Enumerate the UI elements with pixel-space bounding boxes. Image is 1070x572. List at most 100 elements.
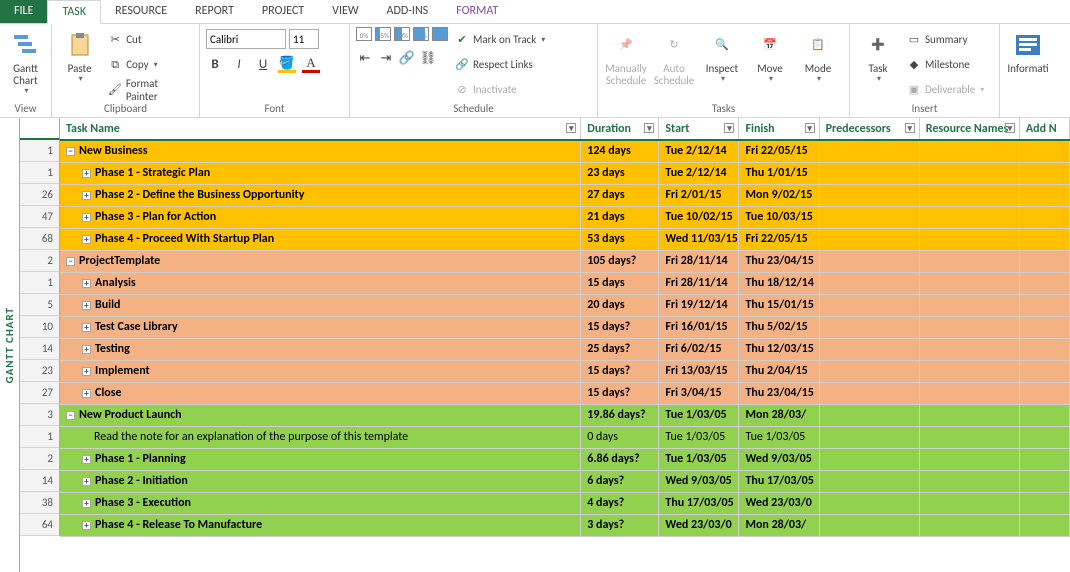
row-number[interactable]: 23 [20, 360, 60, 382]
table-row[interactable]: +Analysis15 daysFri 28/11/14Thu 18/12/14 [60, 272, 1070, 294]
col-add[interactable]: Add N [1019, 118, 1069, 140]
cell-finish[interactable]: Thu 17/03/05 [739, 470, 819, 492]
cell-duration[interactable]: 23 days [581, 162, 659, 184]
cell-predecessors[interactable] [819, 250, 919, 272]
collapse-icon[interactable]: + [82, 455, 91, 464]
gantt-chart-button[interactable]: Gantt Chart▾ [6, 27, 45, 102]
tab-report[interactable]: REPORT [181, 0, 248, 23]
dropdown-icon[interactable]: ▾ [644, 123, 654, 133]
collapse-icon[interactable]: − [66, 411, 75, 420]
cell-start[interactable]: Tue 10/02/15 [659, 206, 739, 228]
row-number[interactable]: 10 [20, 316, 60, 338]
cell-duration[interactable]: 15 days? [581, 360, 659, 382]
cell-duration[interactable]: 105 days? [581, 250, 659, 272]
cell-predecessors[interactable] [819, 294, 919, 316]
cell-start[interactable]: Fri 6/02/15 [659, 338, 739, 360]
row-number[interactable]: 38 [20, 492, 60, 514]
row-number[interactable]: 26 [20, 184, 60, 206]
cell-resources[interactable] [919, 404, 1019, 426]
dropdown-icon[interactable]: ▾ [1005, 123, 1015, 133]
cell-add[interactable] [1019, 426, 1069, 448]
copy-button[interactable]: ⧉Copy▾ [105, 54, 193, 76]
collapse-icon[interactable]: − [66, 147, 75, 156]
dropdown-icon[interactable]: ▾ [905, 123, 915, 133]
cell-add[interactable] [1019, 448, 1069, 470]
cell-finish[interactable]: Wed 9/03/05 [739, 448, 819, 470]
cell-predecessors[interactable] [819, 206, 919, 228]
inactivate-button[interactable]: ⊘Inactivate [452, 79, 547, 101]
table-row[interactable]: +Testing25 days?Fri 6/02/15Thu 12/03/15 [60, 338, 1070, 360]
cell-taskname[interactable]: +Implement [60, 360, 581, 382]
cell-resources[interactable] [919, 140, 1019, 162]
tab-addins[interactable]: ADD-INS [373, 0, 443, 23]
tab-format[interactable]: FORMAT [442, 0, 512, 23]
cell-add[interactable] [1019, 382, 1069, 404]
table-row[interactable]: +Build20 daysFri 19/12/14Thu 15/01/15 [60, 294, 1070, 316]
cell-taskname[interactable]: +Testing [60, 338, 581, 360]
cell-finish[interactable]: Fri 22/05/15 [739, 228, 819, 250]
collapse-icon[interactable]: + [82, 477, 91, 486]
cell-taskname[interactable]: +Test Case Library [60, 316, 581, 338]
table-row[interactable]: +Phase 4 - Release To Manufacture3 days?… [60, 514, 1070, 536]
collapse-icon[interactable]: + [82, 279, 91, 288]
cell-taskname[interactable]: +Phase 4 - Proceed With Startup Plan [60, 228, 581, 250]
cell-taskname[interactable]: +Phase 1 - Planning [60, 448, 581, 470]
cell-taskname[interactable]: −New Business [60, 140, 581, 162]
col-finish[interactable]: Finish▾ [739, 118, 819, 140]
cell-finish[interactable]: Thu 23/04/15 [739, 250, 819, 272]
table-row[interactable]: +Phase 1 - Strategic Plan23 daysTue 2/12… [60, 162, 1070, 184]
cell-resources[interactable] [919, 162, 1019, 184]
row-number[interactable]: 1 [20, 140, 60, 162]
milestone-button[interactable]: ◆Milestone [904, 54, 986, 76]
cell-predecessors[interactable] [819, 316, 919, 338]
cell-predecessors[interactable] [819, 228, 919, 250]
col-resources[interactable]: Resource Names▾ [919, 118, 1019, 140]
cell-predecessors[interactable] [819, 514, 919, 536]
cell-duration[interactable]: 15 days? [581, 316, 659, 338]
cell-resources[interactable] [919, 360, 1019, 382]
tab-file[interactable]: FILE [0, 0, 47, 23]
cell-add[interactable] [1019, 228, 1069, 250]
row-number[interactable]: 64 [20, 514, 60, 536]
cell-predecessors[interactable] [819, 404, 919, 426]
cell-finish[interactable]: Tue 10/03/15 [739, 206, 819, 228]
bold-button[interactable]: B [206, 55, 224, 73]
font-name-input[interactable] [206, 29, 286, 49]
cell-predecessors[interactable] [819, 448, 919, 470]
cell-resources[interactable] [919, 426, 1019, 448]
table-row[interactable]: −New Business124 daysTue 2/12/14Fri 22/0… [60, 140, 1070, 162]
cell-resources[interactable] [919, 492, 1019, 514]
row-number[interactable]: 14 [20, 338, 60, 360]
cell-predecessors[interactable] [819, 272, 919, 294]
cell-predecessors[interactable] [819, 470, 919, 492]
cell-duration[interactable]: 3 days? [581, 514, 659, 536]
cell-taskname[interactable]: +Build [60, 294, 581, 316]
collapse-icon[interactable]: + [82, 191, 91, 200]
cell-duration[interactable]: 15 days [581, 272, 659, 294]
cell-resources[interactable] [919, 316, 1019, 338]
cell-finish[interactable]: Thu 15/01/15 [739, 294, 819, 316]
cell-finish[interactable]: Thu 5/02/15 [739, 316, 819, 338]
table-row[interactable]: +Close15 days?Fri 3/04/15Thu 23/04/15 [60, 382, 1070, 404]
row-number[interactable]: 2 [20, 448, 60, 470]
tab-task[interactable]: TASK [47, 0, 101, 24]
cell-taskname[interactable]: +Phase 2 - Define the Business Opportuni… [60, 184, 581, 206]
italic-button[interactable]: I [230, 55, 248, 73]
cell-add[interactable] [1019, 316, 1069, 338]
collapse-icon[interactable]: + [82, 499, 91, 508]
cell-add[interactable] [1019, 272, 1069, 294]
inspect-button[interactable]: 🔍Inspect▾ [700, 27, 744, 102]
collapse-icon[interactable]: + [82, 367, 91, 376]
progress-50-button[interactable]: 50% [394, 27, 410, 41]
cell-predecessors[interactable] [819, 338, 919, 360]
cell-finish[interactable]: Thu 23/04/15 [739, 382, 819, 404]
paste-button[interactable]: Paste▾ [58, 27, 101, 102]
cell-add[interactable] [1019, 470, 1069, 492]
table-row[interactable]: −New Product Launch19.86 days?Tue 1/03/0… [60, 404, 1070, 426]
col-taskname[interactable]: Task Name▾ [60, 118, 581, 140]
row-number[interactable]: 1 [20, 426, 60, 448]
row-number[interactable]: 68 [20, 228, 60, 250]
cell-predecessors[interactable] [819, 184, 919, 206]
dropdown-icon[interactable]: ▾ [566, 123, 576, 133]
collapse-icon[interactable]: + [82, 345, 91, 354]
